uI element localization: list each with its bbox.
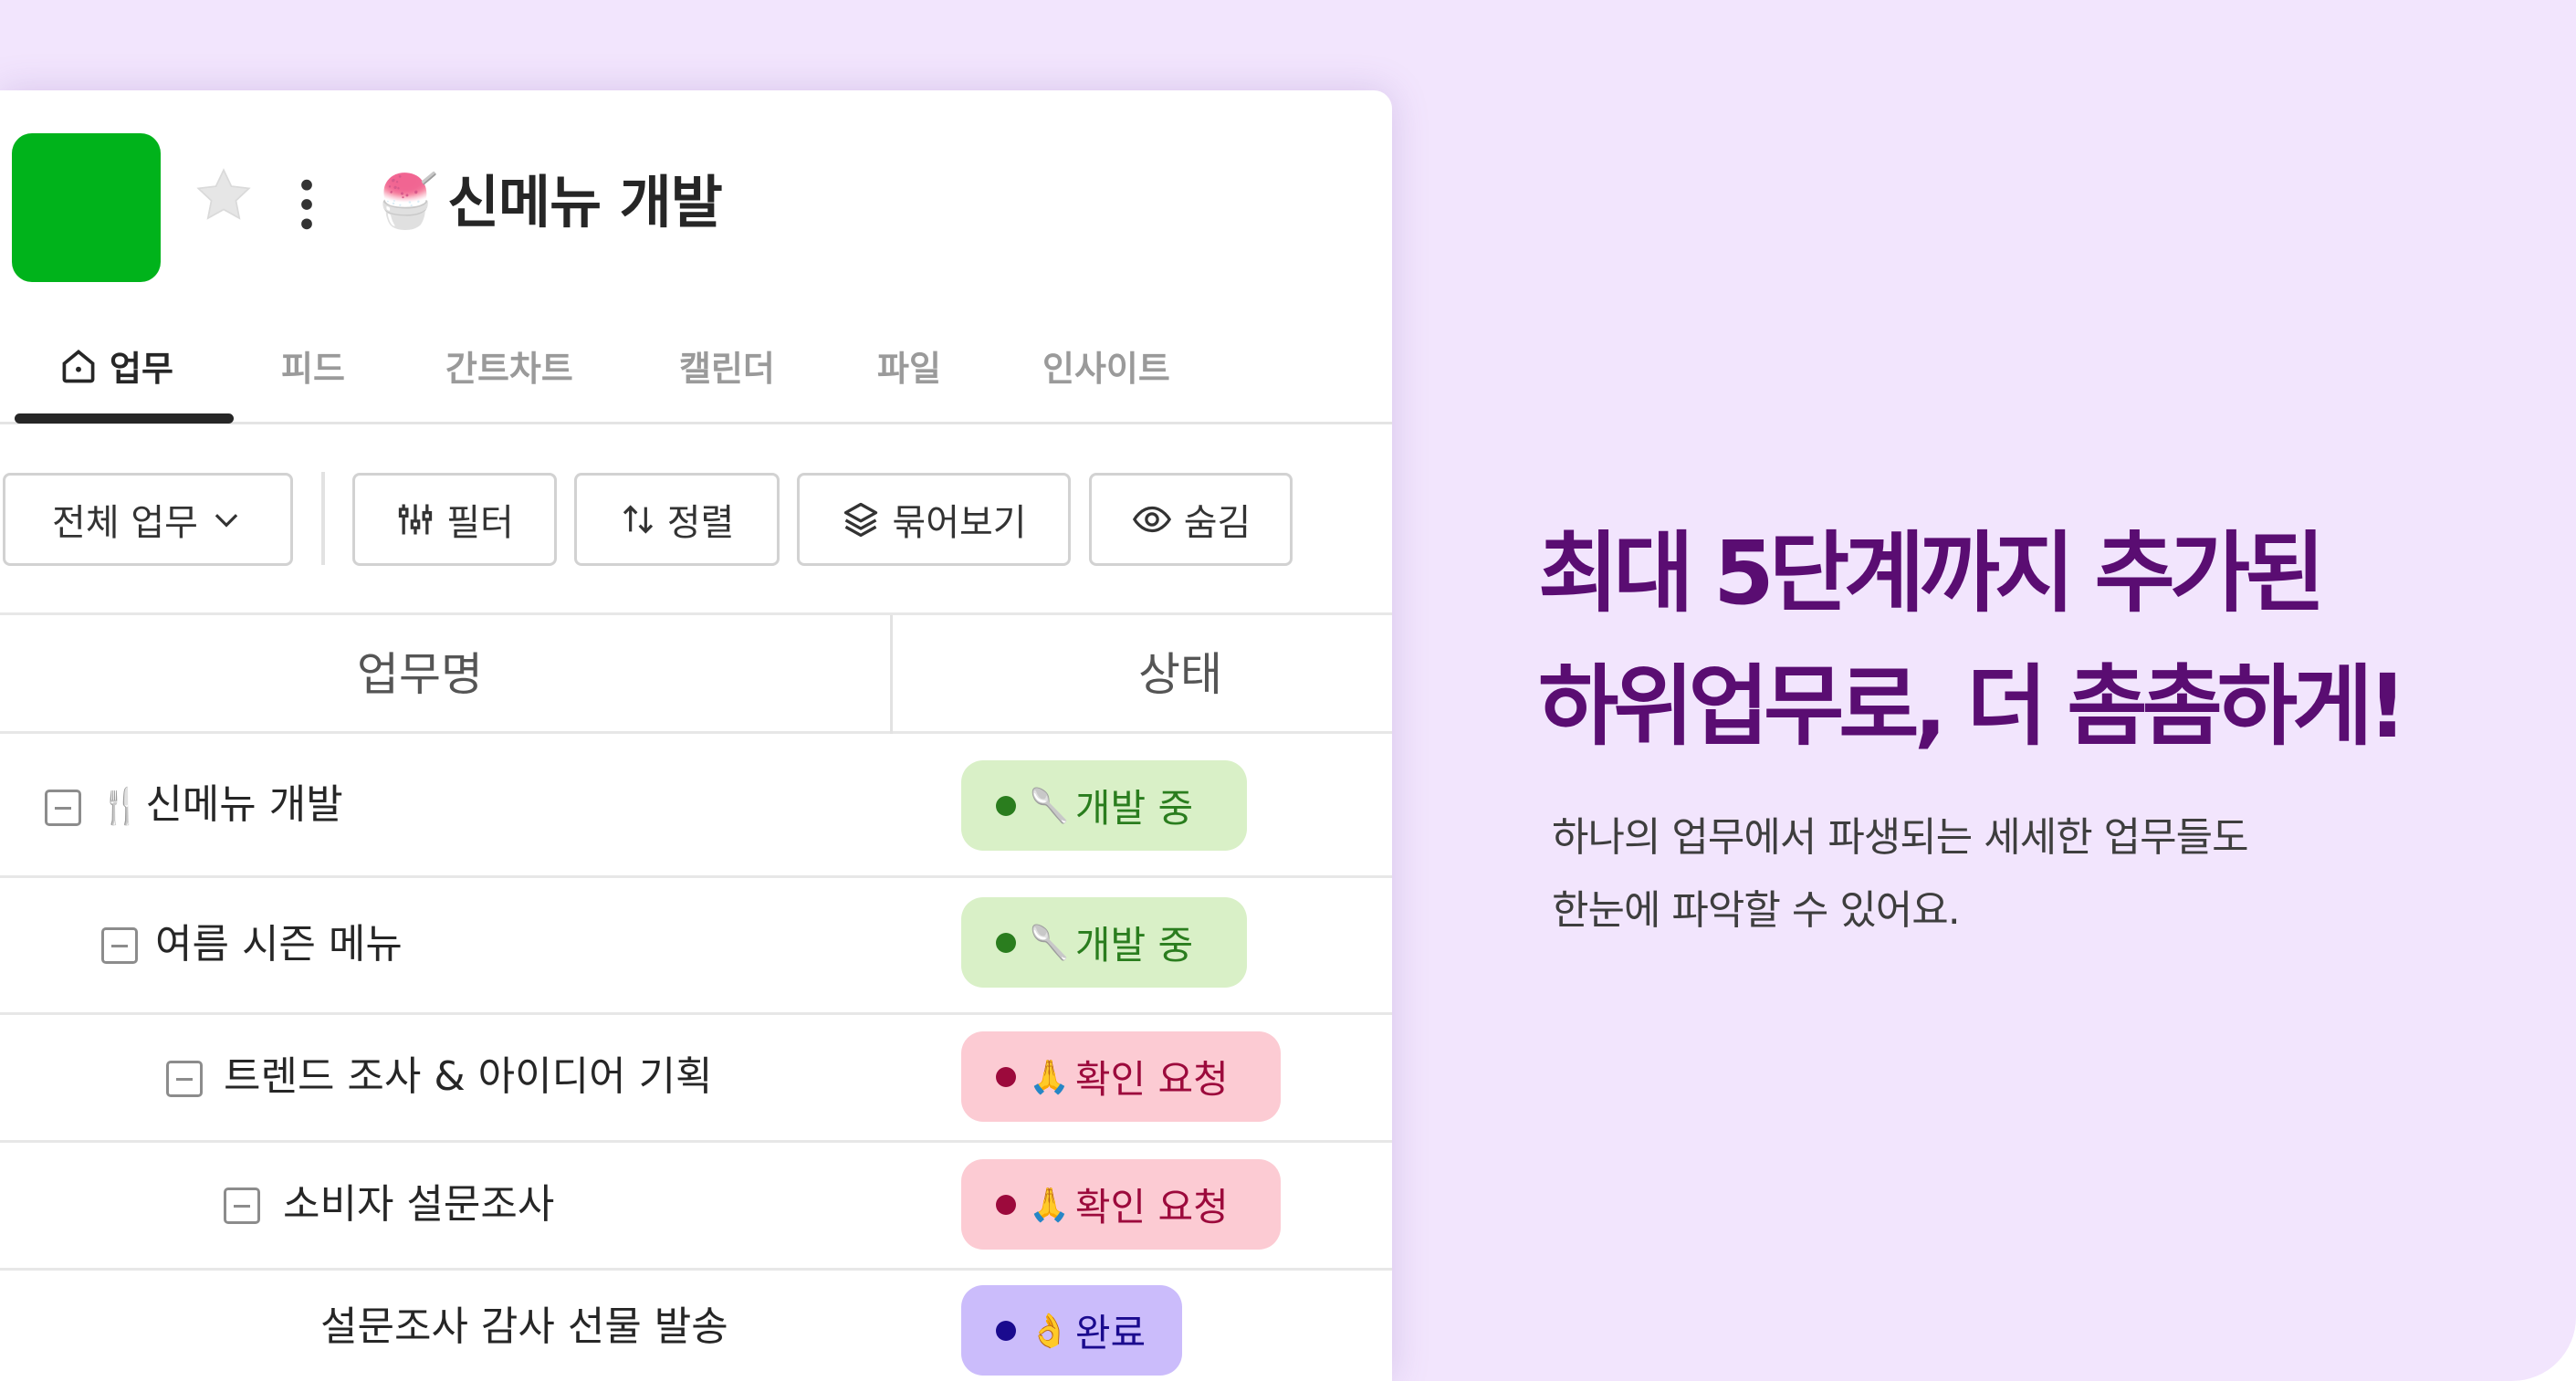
filter-sliders-icon [399,504,433,535]
table-row[interactable]: 여름 시즌 메뉴 🥄 개발 중 [0,878,1392,1015]
status-dot [996,932,1016,953]
tab-tasks[interactable]: 업무 [58,335,173,424]
status-label: 완료 [1074,1311,1147,1355]
star-icon[interactable] [192,163,256,227]
tab-gantt[interactable]: 간트차트 [445,335,573,424]
status-badge[interactable]: 🙏 확인 요청 [961,1031,1281,1122]
tab-label: 파일 [877,349,941,389]
task-name-text: 소비자 설문조사 [283,1181,555,1228]
tab-files[interactable]: 파일 [877,335,941,424]
task-name[interactable]: 설문조사 감사 선물 발송 [320,1300,728,1355]
project-title: 신메뉴 개발 [447,169,723,235]
task-name-text: 신메뉴 개발 [145,781,343,828]
tab-label: 피드 [281,349,345,389]
group-view-button[interactable]: 묶어보기 [797,473,1071,566]
collapse-icon[interactable] [166,1061,203,1097]
status-emoji: 🙏 [1029,1186,1070,1224]
status-badge[interactable]: 🥄 개발 중 [961,897,1247,988]
task-name[interactable]: 여름 시즌 메뉴 [155,917,403,972]
task-emoji: 🍴 [99,786,142,826]
tab-label: 캘린더 [679,349,775,389]
status-dot [996,1066,1016,1087]
tab-label: 업무 [110,349,173,389]
tab-label: 간트차트 [445,349,573,389]
status-emoji: 🥄 [1029,787,1070,825]
table-header: 업무명 상태 [0,612,1392,734]
project-emoji: 🍧 [372,170,439,232]
sort-button[interactable]: 정렬 [574,473,780,566]
task-name-text: 트렌드 조사 & 아이디어 기획 [224,1053,713,1100]
status-label: 확인 요청 [1074,1057,1229,1102]
tab-insight[interactable]: 인사이트 [1042,335,1170,424]
status-emoji: 👌 [1029,1312,1070,1350]
promo-description: 하나의 업무에서 파생되는 세세한 업무들도 한눈에 파악할 수 있어요. [1552,801,2465,947]
collapse-icon[interactable] [45,790,81,826]
filter-label: 필터 [446,502,514,544]
promo-headline: 최대 5단계까지 추가된 하위업무로, 더 촘촘하게! [1538,507,2542,773]
collapse-icon[interactable] [224,1187,260,1224]
column-header-status[interactable]: 상태 [1084,615,1276,734]
sort-arrows-icon [623,505,653,534]
status-label: 확인 요청 [1074,1185,1229,1229]
status-dot [996,1194,1016,1215]
project-header: 🍧 신메뉴 개발 [0,90,1392,300]
headline-line-1: 최대 5단계까지 추가된 [1538,522,2326,624]
layers-icon [844,502,878,538]
hide-button[interactable]: 숨김 [1089,473,1293,566]
home-icon [62,350,95,383]
task-name[interactable]: 트렌드 조사 & 아이디어 기획 [224,1050,713,1104]
table-row[interactable]: 트렌드 조사 & 아이디어 기획 🙏 확인 요청 [0,1015,1392,1143]
status-badge[interactable]: 🥄 개발 중 [961,760,1247,851]
view-select-dropdown[interactable]: 전체 업무 [3,473,293,566]
table-row[interactable]: 🍴신메뉴 개발 🥄 개발 중 [0,734,1392,878]
column-divider[interactable] [890,615,893,734]
status-badge[interactable]: 🙏 확인 요청 [961,1159,1281,1250]
status-label: 개발 중 [1074,786,1194,831]
status-label: 개발 중 [1074,923,1194,968]
filter-button[interactable]: 필터 [352,473,557,566]
sort-label: 정렬 [666,502,735,544]
status-dot [996,795,1016,816]
table-row[interactable]: 소비자 설문조사 🙏 확인 요청 [0,1143,1392,1271]
status-dot [996,1320,1016,1341]
status-emoji: 🙏 [1029,1058,1070,1096]
status-badge[interactable]: 👌 완료 [961,1285,1182,1376]
tab-calendar[interactable]: 캘린더 [679,335,775,424]
tab-bar: 업무 피드 간트차트 캘린더 파일 인사이트 [0,335,1392,424]
task-name-text: 설문조사 감사 선물 발송 [320,1303,728,1350]
collapse-icon[interactable] [101,927,138,964]
toolbar-divider [321,472,325,565]
headline-line-2: 하위업무로, 더 촘촘하게! [1538,655,2407,758]
more-vertical-icon[interactable] [288,175,325,234]
tab-feed[interactable]: 피드 [281,335,345,424]
task-name[interactable]: 소비자 설문조사 [283,1177,554,1232]
task-name[interactable]: 🍴신메뉴 개발 [99,778,343,833]
active-tab-indicator [15,413,234,424]
group-view-label: 묶어보기 [892,502,1027,544]
project-color-avatar[interactable] [12,133,161,282]
table-row[interactable]: 설문조사 감사 선물 발송 👌 완료 [0,1271,1392,1381]
status-emoji: 🥄 [1029,924,1070,962]
description-line-2: 한눈에 파악할 수 있어요. [1552,887,1961,934]
column-header-task-name[interactable]: 업무명 [0,615,840,734]
app-window: 🍧 신메뉴 개발 업무 피드 간트차트 캘린더 파일 인사이트 전체 업무 필터 [0,90,1392,1381]
chevron-down-icon [215,514,238,528]
tab-label: 인사이트 [1042,349,1170,389]
view-select-label: 전체 업무 [52,502,198,544]
hide-label: 숨김 [1183,502,1251,544]
description-line-1: 하나의 업무에서 파생되는 세세한 업무들도 [1552,814,2249,861]
eye-icon [1132,506,1171,533]
task-name-text: 여름 시즌 메뉴 [155,921,403,968]
